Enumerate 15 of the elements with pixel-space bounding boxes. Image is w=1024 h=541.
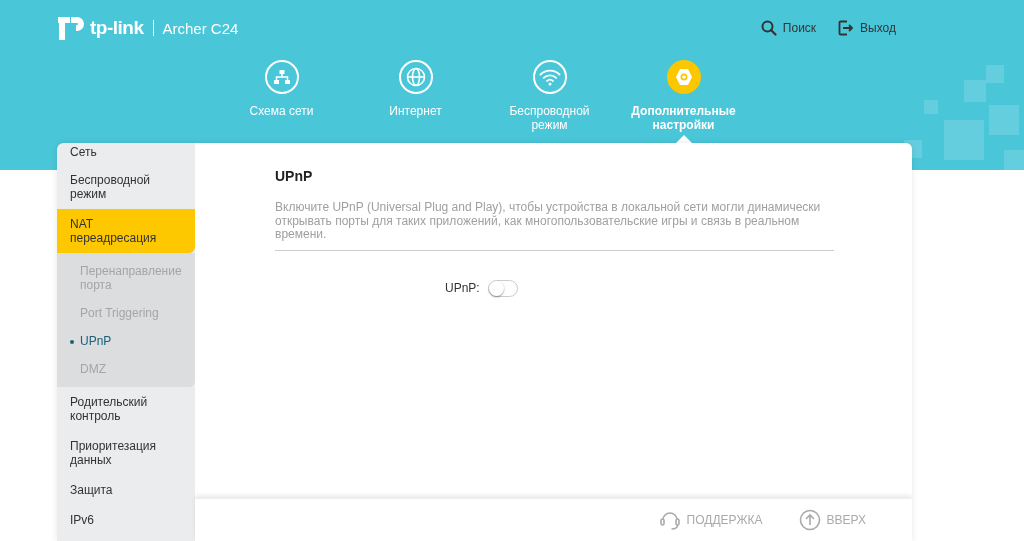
brand-name: tp-link (90, 17, 144, 39)
sidebar-item[interactable]: NAT переадресация (57, 209, 195, 253)
section-description: Включите UPnP (Universal Plug and Play), чтобы устройства в локальной сети могли динамически открывать порты для таких приложений, как многопользовательские игры и связь в реальном времени. (275, 201, 834, 251)
sidebar-item[interactable]: IPv6 (57, 505, 195, 535)
model-name: Archer C24 (162, 19, 239, 37)
logout-button[interactable]: Выход (838, 20, 896, 36)
sidebar-item[interactable]: Защита (57, 475, 195, 505)
search-button[interactable]: Поиск (760, 20, 817, 36)
section-title: UPnP (275, 168, 314, 184)
sidebar-item[interactable]: Беспроводной режим (57, 165, 195, 209)
sidebar-subitem[interactable]: UPnP (57, 327, 195, 355)
sidebar-item[interactable]: Родительский контроль (57, 387, 195, 431)
field-label: UPnP: (445, 281, 480, 295)
sidebar-item[interactable]: Приоритезация данных (57, 431, 195, 475)
sidebar-item[interactable]: Сеть (57, 143, 195, 165)
